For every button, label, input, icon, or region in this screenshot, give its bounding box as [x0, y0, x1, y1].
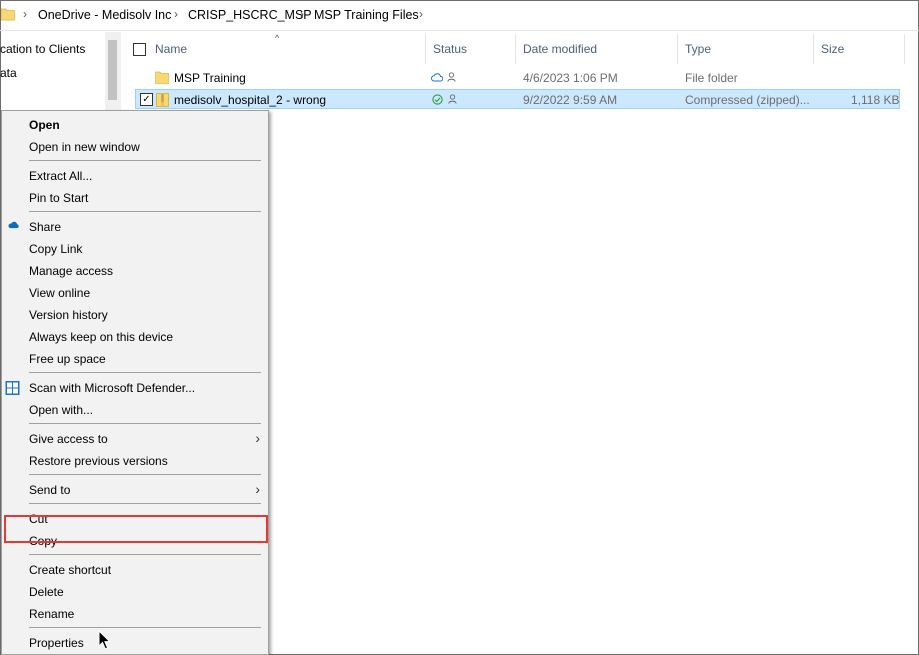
menu-item-label: Give access to [29, 432, 108, 446]
menu-item-give-access[interactable]: Give access to › [2, 428, 268, 450]
shared-person-icon [447, 72, 456, 82]
chevron-right-icon[interactable]: › [419, 7, 423, 21]
row-checkbox[interactable]: ✓ [140, 93, 153, 106]
menu-item-label: Delete [29, 585, 64, 599]
breadcrumb-msp-training-files[interactable]: MSP Training Files [314, 8, 419, 22]
select-all-checkbox[interactable] [133, 43, 146, 56]
menu-item-label: Always keep on this device [29, 330, 174, 344]
menu-item-open[interactable]: Open [2, 114, 268, 136]
menu-separator [29, 160, 261, 161]
file-name[interactable]: MSP Training [174, 71, 246, 85]
menu-item-create-shortcut[interactable]: Create shortcut [2, 559, 268, 581]
menu-item-label: Properties [29, 636, 84, 650]
menu-separator [29, 372, 261, 373]
menu-item-label: Free up space [29, 352, 106, 366]
menu-separator [29, 211, 261, 212]
menu-item-open-new-window[interactable]: Open in new window [2, 136, 268, 158]
file-date-modified: 9/2/2022 9:59 AM [523, 93, 618, 107]
nav-item-data[interactable]: ata [0, 66, 17, 80]
chevron-right-icon: › [23, 7, 27, 21]
menu-item-label: Scan with Microsoft Defender... [29, 381, 196, 395]
column-divider[interactable] [677, 34, 678, 64]
menu-item-label: Open in new window [29, 140, 140, 154]
column-divider[interactable] [515, 34, 516, 64]
menu-item-label: Version history [29, 308, 108, 322]
onedrive-cloud-icon [8, 221, 19, 229]
column-divider[interactable] [813, 34, 814, 64]
menu-item-free-up-space[interactable]: Free up space [2, 348, 268, 370]
mouse-cursor-icon [98, 630, 112, 650]
menu-separator [29, 423, 261, 424]
chevron-right-icon[interactable]: › [174, 7, 178, 21]
context-menu: Open Open in new window Extract All... P… [1, 110, 269, 655]
menu-item-label: View online [29, 286, 91, 300]
menu-item-extract-all[interactable]: Extract All... [2, 165, 268, 187]
column-header-date-modified[interactable]: Date modified [523, 42, 597, 56]
submenu-arrow-icon: › [255, 481, 260, 497]
menu-item-scan-defender[interactable]: Scan with Microsoft Defender... [2, 377, 268, 399]
menu-item-pin-to-start[interactable]: Pin to Start [2, 187, 268, 209]
menu-item-label: Share [29, 220, 62, 234]
file-size: 1,118 KB [851, 93, 900, 107]
menu-item-label: Extract All... [29, 169, 93, 183]
menu-item-label: Manage access [29, 264, 114, 278]
menu-item-send-to[interactable]: Send to › [2, 479, 268, 501]
file-type: Compressed (zipped)... [685, 93, 810, 107]
menu-item-label: Pin to Start [29, 191, 89, 205]
menu-separator [29, 474, 261, 475]
menu-item-always-keep[interactable]: Always keep on this device [2, 326, 268, 348]
column-divider[interactable] [904, 34, 905, 64]
column-header-name[interactable]: Name [155, 42, 187, 56]
menu-item-view-online[interactable]: View online [2, 282, 268, 304]
chevron-right-icon[interactable]: › [300, 7, 304, 21]
sort-ascending-icon: ^ [275, 33, 280, 43]
menu-item-label: Open [29, 118, 60, 132]
menu-item-label: Send to [29, 483, 71, 497]
menu-item-manage-access[interactable]: Manage access [2, 260, 268, 282]
menu-item-label: Open with... [29, 403, 94, 417]
submenu-arrow-icon: › [255, 430, 260, 446]
menu-separator [29, 627, 261, 628]
file-row-selected[interactable]: ✓ medisolv_hospital_2 - wrong 9/2/2022 9… [135, 89, 900, 109]
menu-item-properties[interactable]: Properties [2, 632, 268, 654]
menu-item-label: Rename [29, 607, 75, 621]
file-row[interactable]: MSP Training 4/6/2023 1:06 PM File folde… [135, 68, 900, 88]
folder-icon [1, 8, 15, 21]
column-header-size[interactable]: Size [821, 42, 844, 56]
folder-icon [155, 71, 169, 84]
menu-item-open-with[interactable]: Open with... [2, 399, 268, 421]
menu-item-label: Copy Link [29, 242, 83, 256]
column-header-status[interactable]: Status [433, 42, 467, 56]
breadcrumb-crisp[interactable]: CRISP_HSCRC_MSP [188, 8, 312, 22]
menu-item-label: Create shortcut [29, 563, 112, 577]
cloud-icon [431, 73, 443, 82]
file-date-modified: 4/6/2023 1:06 PM [523, 71, 618, 85]
breadcrumb: › OneDrive - Medisolv Inc › CRISP_HSCRC_… [0, 0, 919, 31]
breadcrumb-onedrive[interactable]: OneDrive - Medisolv Inc [38, 8, 171, 22]
defender-shield-icon [5, 381, 20, 395]
column-header-type[interactable]: Type [685, 42, 711, 56]
file-name[interactable]: medisolv_hospital_2 - wrong [174, 93, 326, 107]
properties-highlight-box [4, 515, 268, 543]
synced-check-icon [432, 94, 443, 105]
menu-item-delete[interactable]: Delete [2, 581, 268, 603]
nav-item-clients[interactable]: cation to Clients [0, 42, 85, 56]
zip-folder-icon [156, 93, 169, 107]
menu-item-rename[interactable]: Rename [2, 603, 268, 625]
menu-item-label: Restore previous versions [29, 454, 168, 468]
column-divider[interactable] [425, 34, 426, 64]
nav-scrollbar-thumb[interactable] [108, 40, 117, 100]
file-type: File folder [685, 71, 738, 85]
menu-separator [29, 503, 261, 504]
menu-item-share[interactable]: Share [2, 216, 268, 238]
shared-person-icon [448, 94, 457, 104]
menu-separator [29, 554, 261, 555]
menu-item-version-history[interactable]: Version history [2, 304, 268, 326]
menu-item-copy-link[interactable]: Copy Link [2, 238, 268, 260]
menu-item-restore-versions[interactable]: Restore previous versions [2, 450, 268, 472]
